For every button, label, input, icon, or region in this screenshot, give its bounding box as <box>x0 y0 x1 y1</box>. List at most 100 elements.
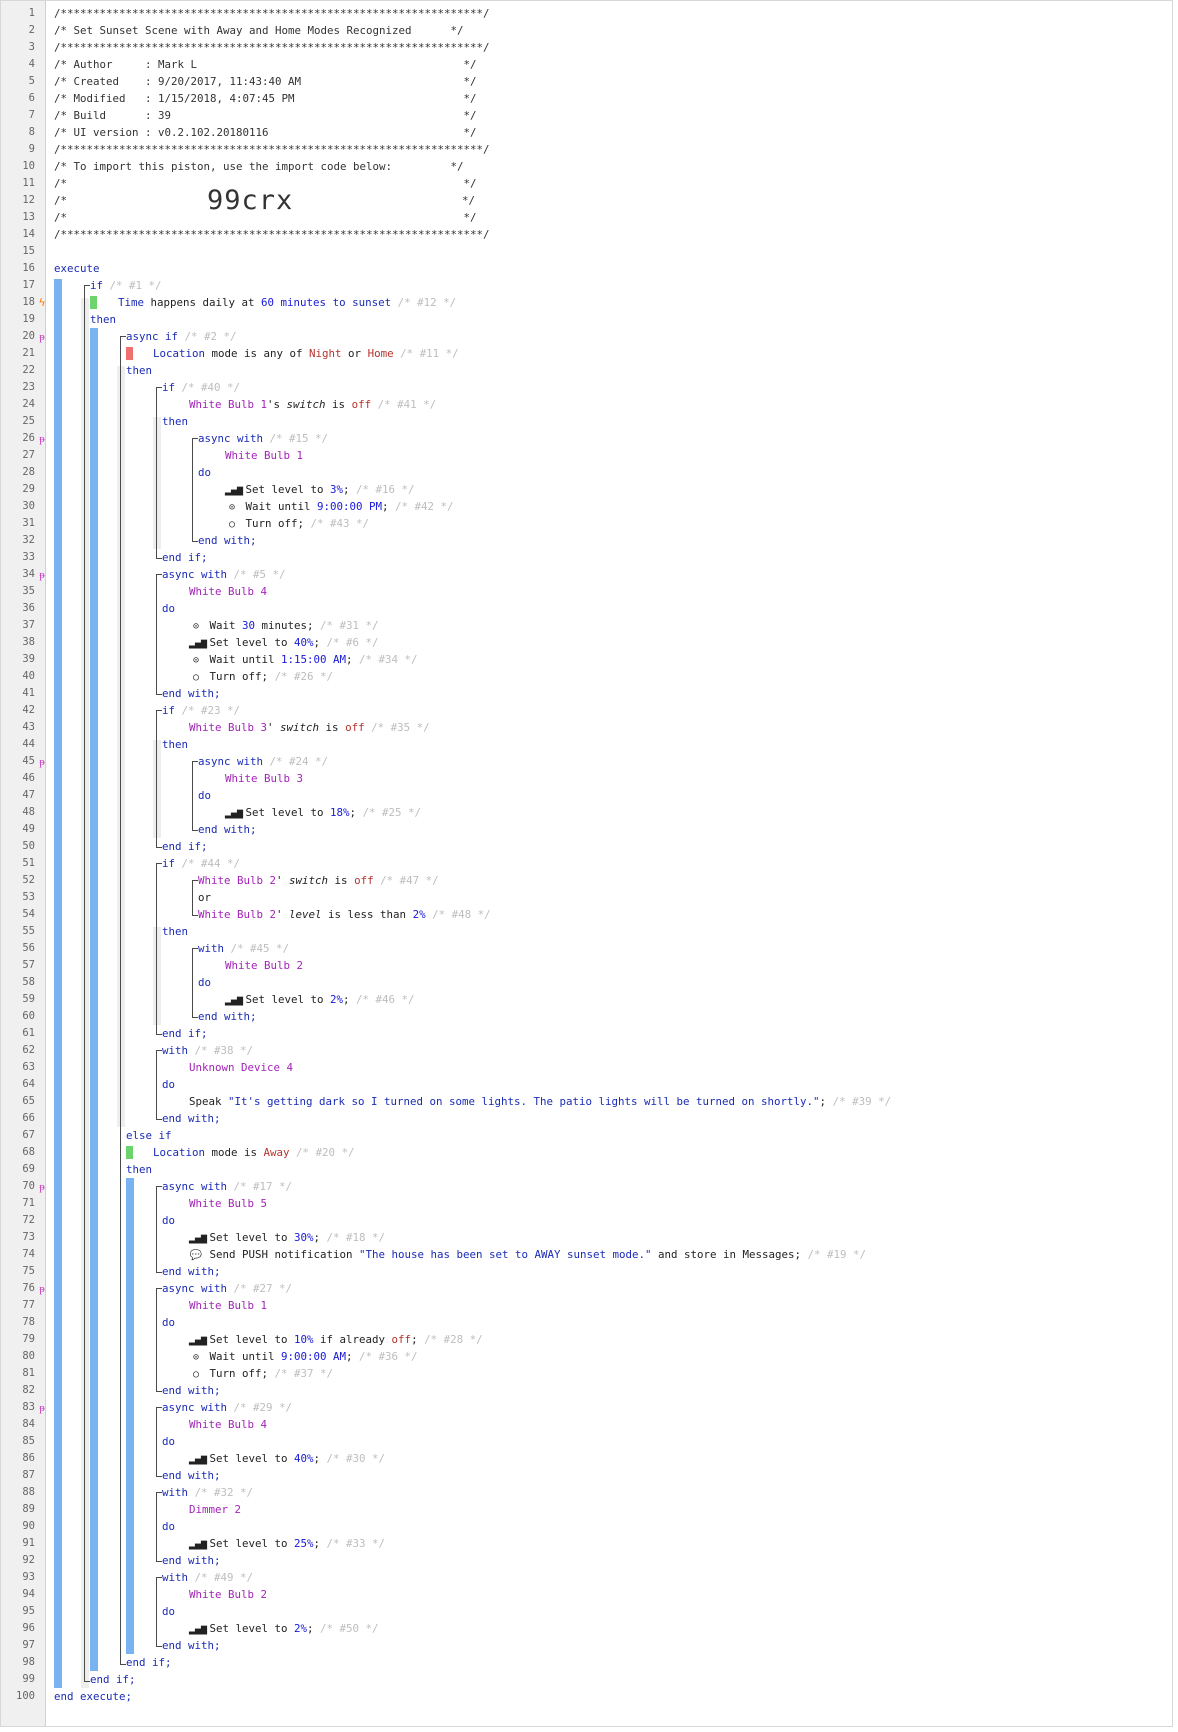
line-number: 57 <box>22 959 35 971</box>
device-name[interactable]: White Bulb 4 <box>189 1416 267 1433</box>
line-number: 37 <box>22 619 35 631</box>
line-number: 5 <box>28 75 35 87</box>
statement-id: /* #18 */ <box>320 1231 386 1244</box>
statement-with-32[interactable]: with /* #32 */ <box>162 1484 253 1501</box>
line-number: 96 <box>22 1622 35 1634</box>
value: 1:15:00 AM <box>281 653 347 666</box>
device-name[interactable]: Unknown Device 4 <box>189 1059 293 1076</box>
task-set-level[interactable]: ▂▄▆ Set level to 25%; /* #33 */ <box>189 1535 385 1552</box>
line-number: 25 <box>22 415 35 427</box>
condition-switch[interactable]: White Bulb 1's switch is off /* #41 */ <box>189 396 436 413</box>
task-turn-off[interactable]: ○ Turn off; /* #37 */ <box>189 1365 333 1382</box>
task-set-level[interactable]: ▂▄▆ Set level to 2%; /* #46 */ <box>225 991 415 1008</box>
statement-id: /* #44 */ <box>175 857 241 870</box>
else-if-keyword[interactable]: else if <box>126 1127 172 1144</box>
line-number: 73 <box>22 1231 35 1243</box>
task-set-level[interactable]: ▂▄▆ Set level to 18%; /* #25 */ <box>225 804 421 821</box>
line-number: 1 <box>28 7 35 19</box>
keyword: async with <box>162 1180 228 1193</box>
statement-async-with-29[interactable]: async with /* #29 */ <box>162 1399 292 1416</box>
text: Turn off; <box>203 670 269 683</box>
line-number: 56 <box>22 942 35 954</box>
statement-if-40[interactable]: if /* #40 */ <box>162 379 240 396</box>
statement-with-38[interactable]: with /* #38 */ <box>162 1042 253 1059</box>
device-name[interactable]: White Bulb 2 <box>189 1586 267 1603</box>
condition-location-mode[interactable]: Location mode is any of Night or Home /*… <box>153 345 459 362</box>
line-number: 70 <box>22 1180 35 1192</box>
task-set-level[interactable]: ▂▄▆ Set level to 3%; /* #16 */ <box>225 481 415 498</box>
code-line-close: */ <box>462 194 476 207</box>
block-bracket <box>156 1186 162 1273</box>
task-turn-off[interactable]: ○ Turn off; /* #26 */ <box>189 668 333 685</box>
task-wait[interactable]: ⊙ Wait 30 minutes; /* #31 */ <box>189 617 379 634</box>
task-wait-until[interactable]: ⊙ Wait until 1:15:00 AM; /* #34 */ <box>189 651 418 668</box>
line-number: 80 <box>22 1350 35 1362</box>
line-number: 92 <box>22 1554 35 1566</box>
line-number: 41 <box>22 687 35 699</box>
task-speak[interactable]: Speak "It's getting dark so I turned on … <box>189 1093 891 1110</box>
device-name[interactable]: Dimmer 2 <box>189 1501 241 1518</box>
text: ' <box>276 874 290 887</box>
device-name[interactable]: White Bulb 1 <box>189 1297 267 1314</box>
statement-async-with-5[interactable]: async with /* #5 */ <box>162 566 286 583</box>
then-keyword: then <box>162 738 189 751</box>
device-name[interactable]: White Bulb 1 <box>225 447 303 464</box>
statement-if-1[interactable]: if /* #1 */ <box>90 277 162 294</box>
condition-location-mode[interactable]: Location mode is Away /* #20 */ <box>153 1144 355 1161</box>
device-name[interactable]: White Bulb 2 <box>225 957 303 974</box>
text: ' <box>276 908 290 921</box>
condition-level[interactable]: White Bulb 2' level is less than 2% /* #… <box>198 906 491 923</box>
condition-trigger[interactable]: Time happens daily at 60 minutes to suns… <box>118 294 456 311</box>
statement-async-with-15[interactable]: async with /* #15 */ <box>198 430 328 447</box>
statement-if-44[interactable]: if /* #44 */ <box>162 855 240 872</box>
statement-async-with-27[interactable]: async with /* #27 */ <box>162 1280 292 1297</box>
then-keyword: then <box>126 364 153 377</box>
code-line: /* */ <box>54 211 477 224</box>
line-number: 71 <box>22 1197 35 1209</box>
statement-id: /* #16 */ <box>349 483 415 496</box>
statement-if-23[interactable]: if /* #23 */ <box>162 702 240 719</box>
line-number: 35 <box>22 585 35 597</box>
text: Set level to <box>203 636 295 649</box>
device-name[interactable]: White Bulb 5 <box>189 1195 267 1212</box>
task-set-level[interactable]: ▂▄▆ Set level to 10% if already off; /* … <box>189 1331 483 1348</box>
line-number: 98 <box>22 1656 35 1668</box>
task-set-level[interactable]: ▂▄▆ Set level to 40%; /* #30 */ <box>189 1450 385 1467</box>
keyword: if <box>90 279 104 292</box>
signal-icon: ▂▄▆ <box>189 1454 208 1465</box>
statement-async-if-2[interactable]: async if /* #2 */ <box>126 328 237 345</box>
condition-switch[interactable]: White Bulb 2' switch is off /* #47 */ <box>198 872 439 889</box>
value: 18% <box>330 806 350 819</box>
statement-with-49[interactable]: with /* #49 */ <box>162 1569 253 1586</box>
end-with-keyword: end with; <box>162 1265 221 1278</box>
statement-id: /* #49 */ <box>188 1571 254 1584</box>
line-number: 59 <box>22 993 35 1005</box>
task-turn-off[interactable]: ○ Turn off; /* #43 */ <box>225 515 369 532</box>
end-if-keyword: end if; <box>162 1027 208 1040</box>
device-name[interactable]: White Bulb 3 <box>225 770 303 787</box>
block-bracket <box>192 948 198 1018</box>
or-operator[interactable]: or <box>198 889 211 906</box>
async-marker-icon: ᵽ <box>39 755 45 768</box>
do-keyword: do <box>198 466 212 479</box>
device-name[interactable]: White Bulb 4 <box>189 583 267 600</box>
statement-with-45[interactable]: with /* #45 */ <box>198 940 289 957</box>
text: Set level to <box>239 806 331 819</box>
string-value: "It's getting dark so I turned on some l… <box>228 1095 820 1108</box>
task-set-level[interactable]: ▂▄▆ Set level to 30%; /* #18 */ <box>189 1229 385 1246</box>
line-number: 44 <box>22 738 35 750</box>
execute-keyword[interactable]: execute <box>54 260 100 277</box>
condition-switch[interactable]: White Bulb 3' switch is off /* #35 */ <box>189 719 430 736</box>
line-number: 3 <box>28 41 35 53</box>
task-send-push[interactable]: 💬 Send PUSH notification "The house has … <box>189 1246 866 1263</box>
do-keyword: do <box>198 789 212 802</box>
task-wait-until[interactable]: ⊙ Wait until 9:00:00 PM; /* #42 */ <box>225 498 454 515</box>
line-number: 63 <box>22 1061 35 1073</box>
statement-id: /* #11 */ <box>393 347 459 360</box>
task-set-level[interactable]: ▂▄▆ Set level to 40%; /* #6 */ <box>189 634 379 651</box>
statement-async-with-24[interactable]: async with /* #24 */ <box>198 753 328 770</box>
keyword: async with <box>198 755 264 768</box>
statement-async-with-17[interactable]: async with /* #17 */ <box>162 1178 292 1195</box>
task-wait-until[interactable]: ⊙ Wait until 9:00:00 AM; /* #36 */ <box>189 1348 418 1365</box>
task-set-level[interactable]: ▂▄▆ Set level to 2%; /* #50 */ <box>189 1620 379 1637</box>
